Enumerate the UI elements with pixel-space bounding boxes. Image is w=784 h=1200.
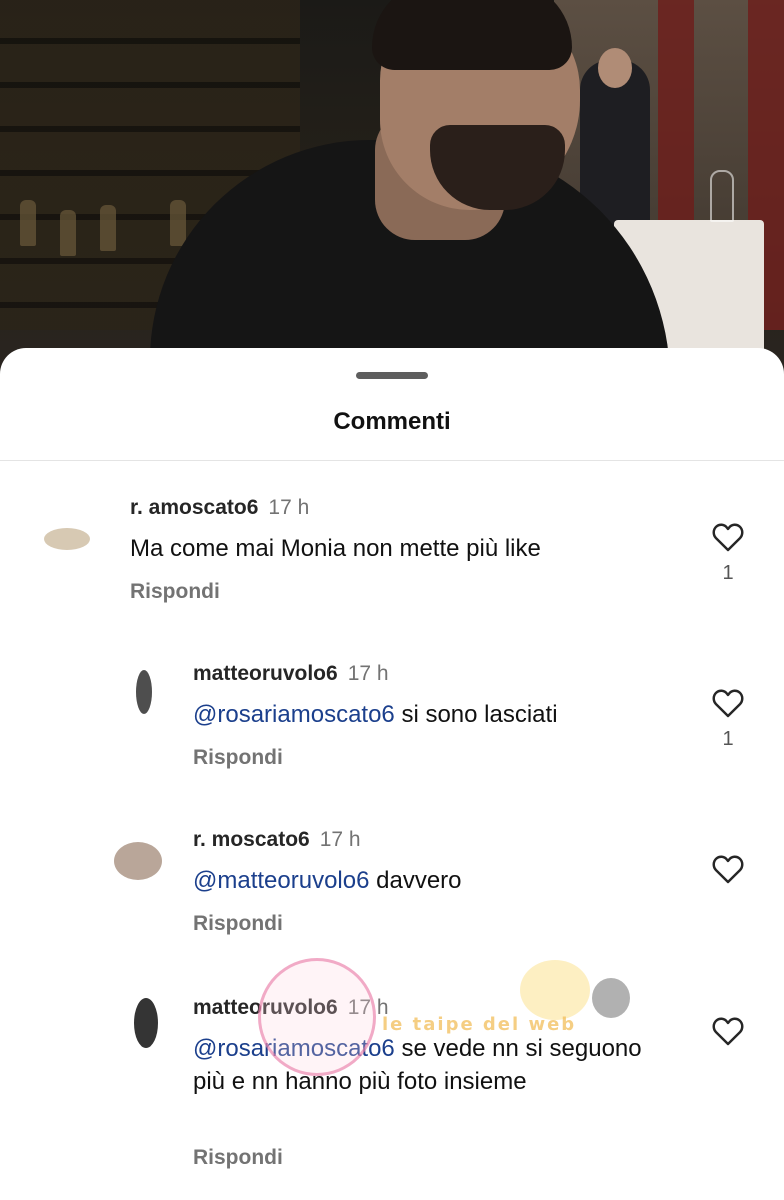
sheet-drag-handle[interactable] — [356, 372, 428, 379]
reply-button[interactable]: Rispondi — [193, 912, 283, 936]
comment-text: Ma come mai Monia non mette più like — [130, 532, 690, 565]
bottle — [170, 200, 186, 246]
avatar[interactable] — [106, 664, 162, 720]
watermark-stamp-logo — [258, 958, 376, 1076]
like-count: 1 — [722, 728, 734, 750]
username[interactable]: r. amoscato6 — [130, 496, 258, 519]
like-button[interactable] — [708, 854, 748, 894]
mention-link[interactable]: @matteoruvolo6 — [193, 867, 369, 894]
heart-outline-icon — [712, 689, 744, 718]
bottle — [60, 210, 76, 256]
post-photo — [0, 0, 784, 380]
like-button[interactable]: 1 — [708, 688, 748, 751]
like-button[interactable] — [708, 1016, 748, 1056]
mention-link[interactable]: @rosariamoscato6 — [193, 701, 395, 728]
reply-button[interactable]: Rispondi — [193, 746, 283, 770]
avatar[interactable] — [106, 828, 166, 888]
wine-glass — [710, 170, 734, 222]
comment-body: si sono lasciati — [394, 701, 558, 728]
like-count: 1 — [722, 562, 734, 584]
bottle — [20, 200, 36, 246]
timestamp: 17 h — [268, 496, 310, 519]
heart-outline-icon — [712, 523, 744, 552]
man-hair — [372, 0, 572, 70]
avatar[interactable] — [106, 994, 166, 1054]
watermark-cartoon-logo — [592, 978, 630, 1018]
comment-header: r. moscato6 17 h — [193, 828, 361, 852]
username[interactable]: matteoruvolo6 — [193, 662, 338, 685]
reply-button[interactable]: Rispondi — [130, 580, 220, 604]
username[interactable]: r. moscato6 — [193, 828, 310, 851]
comment-header: matteoruvolo6 17 h — [193, 662, 389, 686]
comment-body: Ma come mai Monia non mette più like — [130, 535, 541, 562]
timestamp: 17 h — [319, 828, 361, 851]
avatar[interactable] — [34, 498, 98, 562]
like-button[interactable]: 1 — [708, 522, 748, 585]
comment-body: davvero — [369, 867, 462, 894]
sheet-title: Commenti — [333, 408, 451, 435]
divider — [0, 460, 784, 461]
timestamp: 17 h — [347, 662, 389, 685]
reply-button[interactable]: Rispondi — [193, 1146, 283, 1170]
comment-text: @rosariamoscato6 si sono lasciati — [193, 698, 693, 731]
watermark-banner: le taipe del web — [382, 1014, 577, 1035]
comment-text: @matteoruvolo6 davvero — [193, 864, 693, 897]
watermark-cartoon-logo — [520, 960, 590, 1020]
heart-outline-icon — [712, 855, 744, 884]
heart-outline-icon — [712, 1017, 744, 1046]
comments-sheet: Commenti r. amoscato6 17 h Ma come mai Mo… — [0, 348, 784, 1200]
bottle — [100, 205, 116, 251]
background-person-head — [598, 48, 632, 88]
comment-header: r. amoscato6 17 h — [130, 496, 309, 520]
